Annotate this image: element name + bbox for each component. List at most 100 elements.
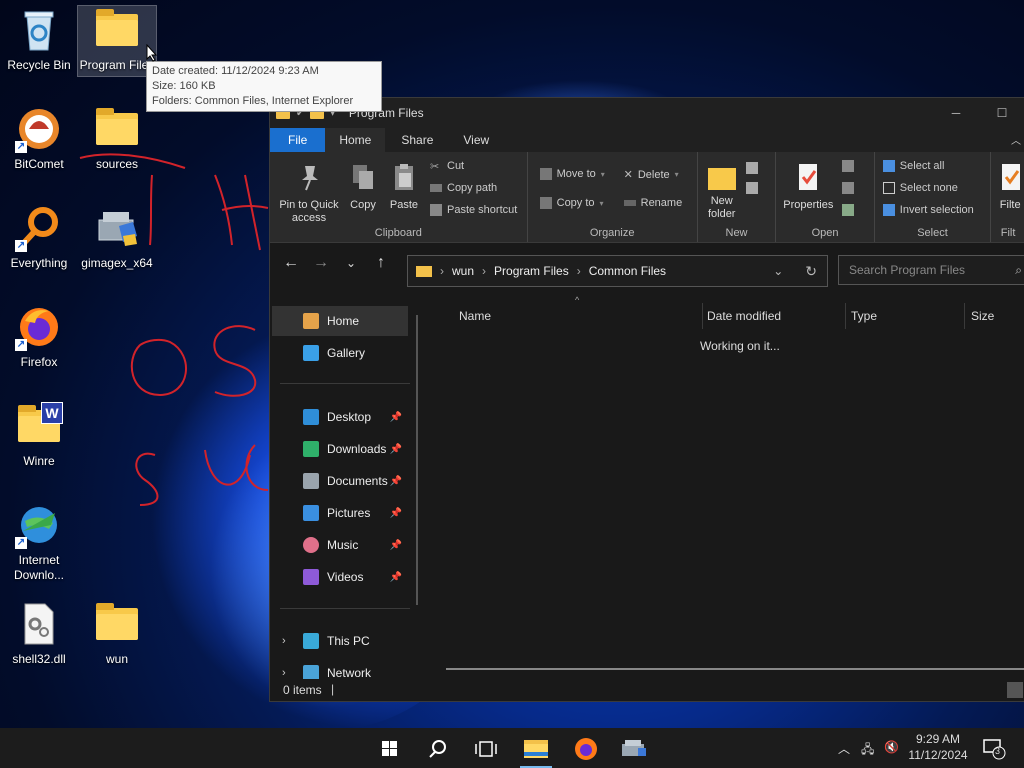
- new-item-button[interactable]: [745, 162, 758, 174]
- start-button[interactable]: [370, 734, 410, 764]
- easy-access-button[interactable]: [745, 182, 758, 194]
- expand-chevron-icon[interactable]: ›: [282, 635, 286, 647]
- column-header-type[interactable]: Type: [851, 303, 877, 329]
- recent-locations-chevron-icon[interactable]: ⌄: [336, 256, 366, 270]
- edit-button[interactable]: [842, 182, 855, 194]
- computer-icon: [303, 633, 319, 649]
- pin-to-quick-access-button[interactable]: Pin to Quick access: [276, 162, 342, 225]
- breadcrumb-program-files[interactable]: Program Files: [494, 264, 569, 278]
- ribbon-group-select: Select all Select none Invert selection …: [875, 152, 992, 242]
- properties-button[interactable]: Properties: [778, 162, 838, 212]
- file-list: ^ Name Date modified Type Size Working o…: [428, 295, 1024, 679]
- desktop-icon-internet-download-manager[interactable]: ↗ Internet Downlo...: [0, 501, 78, 583]
- cut-label: Cut: [447, 160, 465, 172]
- back-arrow-icon[interactable]: ←: [276, 254, 306, 272]
- nav-item-videos[interactable]: Videos 📌: [272, 562, 408, 592]
- copy-button[interactable]: Copy: [346, 162, 380, 212]
- desktop-icon-firefox[interactable]: ↗ Firefox: [0, 303, 78, 370]
- select-all-button[interactable]: Select all: [882, 160, 945, 172]
- filter-button[interactable]: Filte: [995, 162, 1024, 212]
- history-button[interactable]: [842, 204, 855, 216]
- address-dropdown-icon[interactable]: ⌄: [773, 264, 783, 278]
- paste-shortcut-button[interactable]: Paste shortcut: [430, 204, 517, 216]
- file-explorer-window[interactable]: ✔ ▾ Program Files ─ ☐ File Home Share Vi…: [269, 97, 1024, 702]
- nav-item-pictures[interactable]: Pictures 📌: [272, 498, 408, 528]
- paste-button[interactable]: Paste: [386, 162, 422, 212]
- search-box[interactable]: Search Program Files ⌕: [838, 255, 1024, 285]
- desktop-icon-recycle-bin[interactable]: Recycle Bin: [0, 6, 78, 73]
- open-icon: [842, 160, 855, 172]
- group-label-open: Open: [811, 227, 839, 239]
- move-to-button[interactable]: Move to ▾: [539, 168, 605, 180]
- copy-path-button[interactable]: Copy path: [430, 182, 497, 194]
- nav-item-desktop[interactable]: Desktop 📌: [272, 402, 408, 432]
- column-header-name[interactable]: Name: [459, 303, 491, 329]
- volume-muted-icon[interactable]: 🔇: [884, 740, 899, 754]
- task-view-button[interactable]: [466, 734, 506, 764]
- details-view-icon[interactable]: [1007, 682, 1023, 698]
- tab-share[interactable]: Share: [385, 128, 449, 152]
- horizontal-scrollbar[interactable]: [446, 668, 1024, 670]
- desktop-icon-shell32[interactable]: shell32.dll: [0, 600, 78, 667]
- breadcrumb-common-files[interactable]: Common Files: [589, 264, 666, 278]
- folder-icon: [93, 105, 141, 153]
- taskbar-file-explorer[interactable]: [516, 734, 556, 768]
- column-header-date-modified[interactable]: Date modified: [707, 303, 781, 329]
- search-icon: [429, 740, 446, 758]
- new-folder-button[interactable]: New folder: [702, 162, 742, 221]
- cut-button[interactable]: ✂ Cut: [430, 160, 465, 173]
- expand-chevron-icon[interactable]: ›: [282, 667, 286, 679]
- desktop-icon-everything[interactable]: ↗ Everything: [0, 204, 78, 271]
- nav-divider: [280, 383, 410, 384]
- nav-item-label: This PC: [327, 634, 370, 648]
- new-item-icon: [745, 162, 758, 174]
- column-separator[interactable]: [702, 303, 703, 329]
- show-hidden-icons-chevron-icon[interactable]: ︿: [838, 740, 850, 757]
- select-none-button[interactable]: Select none: [882, 182, 958, 194]
- column-separator[interactable]: [964, 303, 965, 329]
- taskbar-firefox[interactable]: [566, 734, 606, 764]
- tab-file[interactable]: File: [270, 128, 326, 152]
- column-separator[interactable]: [845, 303, 846, 329]
- maximize-icon[interactable]: ☐: [979, 106, 1024, 120]
- copy-to-button[interactable]: Copy to ▾: [539, 197, 604, 209]
- search-taskbar-button[interactable]: [418, 734, 458, 764]
- title-bar[interactable]: ✔ ▾ Program Files ─ ☐: [270, 98, 1024, 128]
- clock[interactable]: 9:29 AM 11/12/2024: [906, 731, 970, 763]
- desktop-icon-program-files[interactable]: Program Files: [77, 5, 157, 77]
- network-status-icon[interactable]: 🖧: [861, 740, 874, 761]
- refresh-icon[interactable]: ↻: [805, 263, 817, 280]
- download-arrow-icon: [303, 441, 319, 457]
- notifications-button[interactable]: 3: [982, 738, 1006, 763]
- tab-home[interactable]: Home: [325, 128, 386, 152]
- nav-item-music[interactable]: Music 📌: [272, 530, 408, 560]
- desktop-icon-wun[interactable]: wun: [78, 600, 156, 667]
- minimize-icon[interactable]: ─: [933, 106, 979, 120]
- select-all-label: Select all: [899, 160, 945, 172]
- nav-pane-scrollbar[interactable]: [416, 315, 418, 605]
- breadcrumb-wun[interactable]: wun: [452, 264, 474, 278]
- tab-view[interactable]: View: [449, 128, 503, 152]
- rename-button[interactable]: Rename: [623, 197, 682, 209]
- nav-item-downloads[interactable]: Downloads 📌: [272, 434, 408, 464]
- nav-item-this-pc[interactable]: › This PC: [272, 626, 408, 656]
- desktop-icon-winre[interactable]: W Winre: [0, 402, 78, 469]
- desktop-icon-bitcomet[interactable]: ↗ BitComet: [0, 105, 78, 172]
- nav-item-gallery[interactable]: Gallery: [272, 338, 408, 368]
- nav-item-documents[interactable]: Documents 📌: [272, 466, 408, 496]
- scissors-icon: ✂: [430, 161, 440, 173]
- up-arrow-icon[interactable]: ↑: [366, 254, 396, 272]
- nav-item-home[interactable]: Home: [272, 306, 408, 336]
- address-bar[interactable]: › wun › Program Files › Common Files ⌄ ↻: [407, 255, 828, 287]
- open-button[interactable]: [842, 160, 855, 172]
- forward-arrow-icon[interactable]: →: [306, 254, 336, 272]
- taskbar-gimagex[interactable]: [614, 734, 654, 764]
- delete-button[interactable]: ✕ Delete ▾: [624, 168, 679, 182]
- column-header-size[interactable]: Size: [971, 303, 994, 329]
- desktop-icon-gimagex[interactable]: gimagex_x64: [78, 204, 156, 271]
- invert-selection-button[interactable]: Invert selection: [882, 204, 974, 216]
- search-placeholder: Search Program Files: [849, 263, 966, 277]
- copy-to-icon: [539, 197, 552, 209]
- ribbon-collapse-icon[interactable]: ︿: [1007, 127, 1024, 152]
- desktop-icon-sources[interactable]: sources: [78, 105, 156, 172]
